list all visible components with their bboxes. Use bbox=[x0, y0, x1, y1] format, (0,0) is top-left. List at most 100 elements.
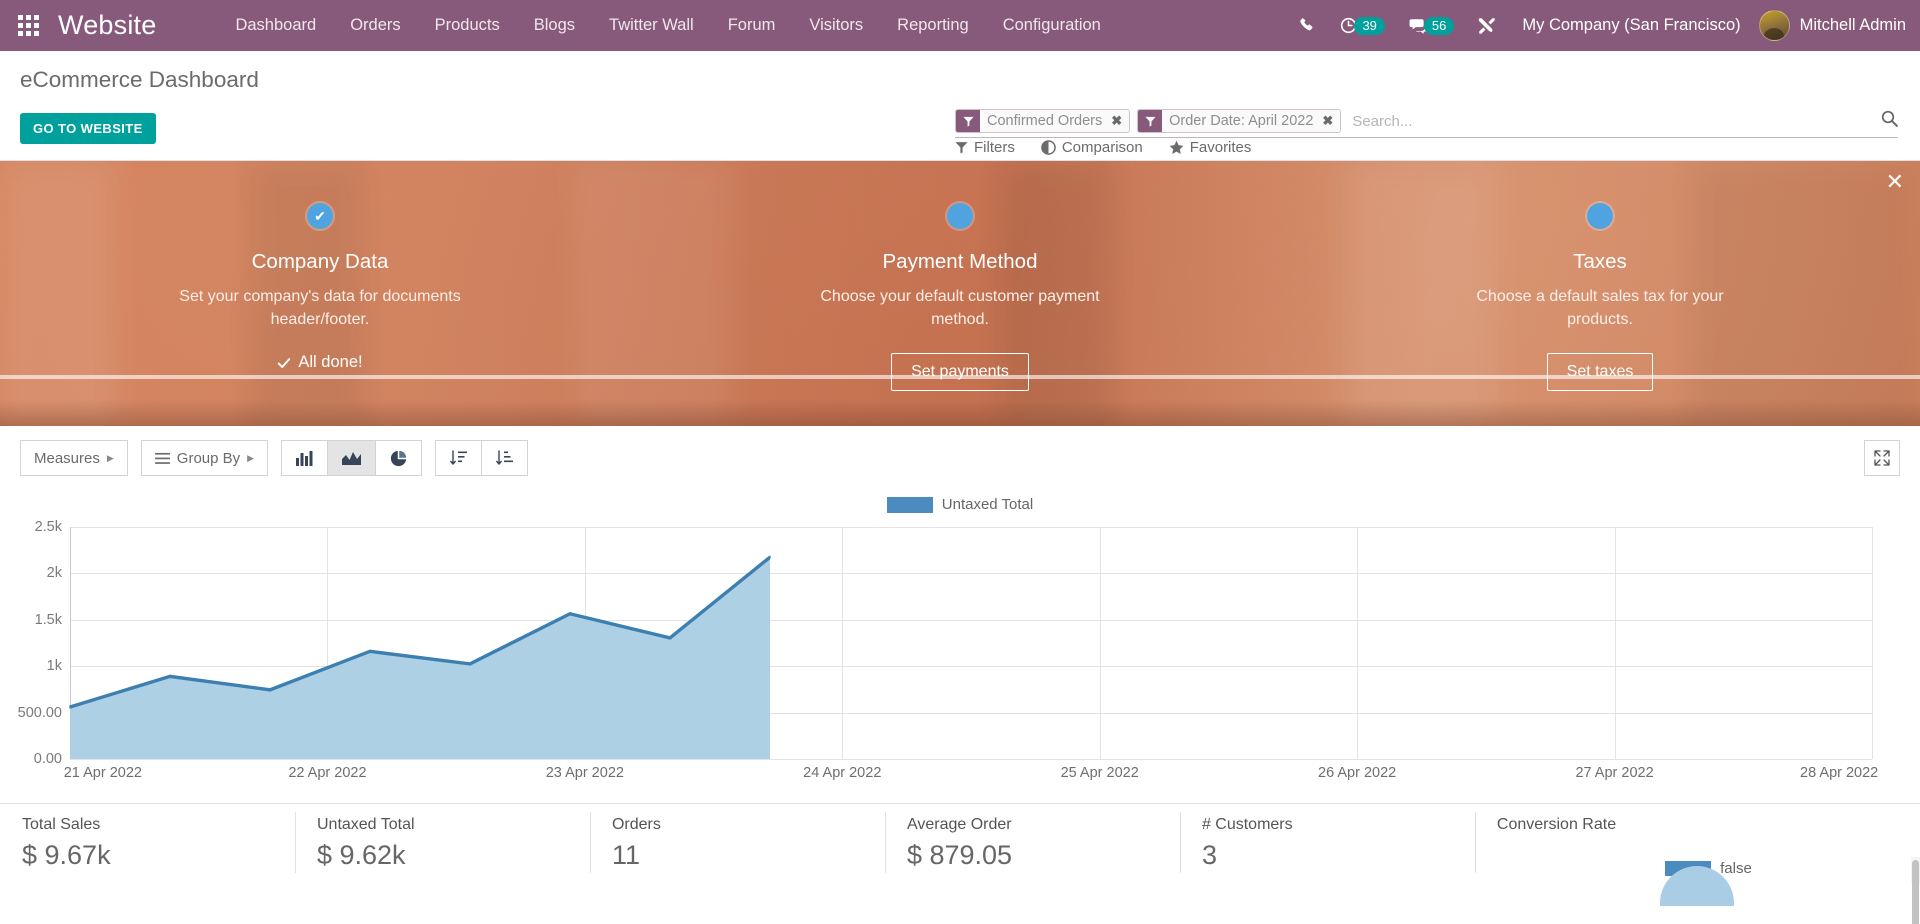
set-payments-button[interactable]: Set payments bbox=[891, 353, 1029, 392]
kpi-total-sales: Total Sales $ 9.67k bbox=[0, 804, 295, 883]
kpi-orders: Orders 11 bbox=[589, 804, 885, 883]
x-tick-label: 25 Apr 2022 bbox=[1060, 765, 1139, 781]
bar-chart-icon bbox=[296, 451, 313, 466]
chart-data-point[interactable] bbox=[769, 555, 771, 559]
menu-item-reporting[interactable]: Reporting bbox=[880, 0, 986, 51]
chart-legend[interactable]: Untaxed Total bbox=[0, 496, 1920, 513]
chevron-right-icon: ▶ bbox=[247, 452, 255, 463]
chart-data-point[interactable] bbox=[669, 636, 671, 640]
chart-data-point[interactable] bbox=[269, 688, 271, 692]
y-tick-label: 2k bbox=[46, 565, 62, 582]
y-tick-label: 1k bbox=[46, 658, 62, 675]
step-bullet[interactable] bbox=[947, 203, 973, 229]
menu-item-blogs[interactable]: Blogs bbox=[517, 0, 592, 51]
menu-item-twitter-wall[interactable]: Twitter Wall bbox=[592, 0, 711, 51]
facet-order-date[interactable]: Order Date: April 2022 ✖ bbox=[1137, 109, 1342, 133]
kpi-value: $ 9.67k bbox=[22, 840, 111, 870]
chart-data-point[interactable] bbox=[69, 705, 71, 709]
page-title: eCommerce Dashboard bbox=[20, 67, 259, 92]
close-icon[interactable]: ✕ bbox=[1886, 171, 1904, 193]
favorites-dropdown[interactable]: Favorites bbox=[1169, 139, 1252, 156]
menu-item-products[interactable]: Products bbox=[418, 0, 517, 51]
phone-button[interactable] bbox=[1287, 0, 1328, 51]
onboarding-banner: ✕ ✔ Company Data Set your company's data… bbox=[0, 161, 1920, 426]
facet-confirmed-orders[interactable]: Confirmed Orders ✖ bbox=[955, 109, 1131, 133]
expand-icon bbox=[1874, 450, 1890, 466]
systray: 39 56 My Company (San Francisco) Mitchel… bbox=[1287, 0, 1920, 51]
menu-item-orders[interactable]: Orders bbox=[333, 0, 417, 51]
set-taxes-button[interactable]: Set taxes bbox=[1546, 353, 1654, 392]
chart-data-point[interactable] bbox=[369, 649, 371, 654]
app-brand[interactable]: Website bbox=[56, 0, 170, 51]
step-status-all-done: All done! bbox=[277, 353, 363, 372]
menu-item-dashboard[interactable]: Dashboard bbox=[218, 0, 333, 51]
favorites-label: Favorites bbox=[1189, 139, 1252, 156]
y-axis: 2.5k 2k 1.5k 1k 500.00 0.00 bbox=[0, 519, 70, 767]
search-panel: Confirmed Orders ✖ Order Date: April 202… bbox=[955, 109, 1898, 138]
menu-item-visitors[interactable]: Visitors bbox=[792, 0, 880, 51]
company-switcher[interactable]: My Company (San Francisco) bbox=[1508, 16, 1754, 35]
messages-button[interactable]: 56 bbox=[1397, 0, 1466, 51]
user-menu[interactable]: Mitchell Admin bbox=[1755, 10, 1906, 41]
kpi-label: Total Sales bbox=[22, 816, 101, 833]
group-by-dropdown[interactable]: Group By ▶ bbox=[140, 440, 269, 476]
kpi-conversion-rate: Conversion Rate false bbox=[1474, 804, 1920, 906]
legend-swatch bbox=[886, 496, 933, 513]
filters-label: Filters bbox=[974, 139, 1015, 156]
pie-chart-button[interactable] bbox=[375, 440, 423, 476]
chart-data-point[interactable] bbox=[169, 674, 171, 679]
measures-label: Measures bbox=[34, 449, 100, 467]
search-input[interactable] bbox=[1348, 110, 1873, 132]
sort-group bbox=[435, 440, 529, 476]
menu-item-configuration[interactable]: Configuration bbox=[986, 0, 1118, 51]
measures-dropdown[interactable]: Measures ▶ bbox=[20, 440, 128, 476]
search-icon[interactable] bbox=[1873, 110, 1898, 132]
onboarding-step-taxes: Taxes Choose a default sales tax for you… bbox=[1280, 203, 1920, 392]
kpi-value: 3 bbox=[1201, 840, 1217, 870]
filter-icon bbox=[956, 110, 980, 132]
step-description: Choose your default customer payment met… bbox=[820, 288, 1100, 328]
scrollbar-thumb[interactable] bbox=[1912, 860, 1919, 924]
comparison-dropdown[interactable]: Comparison bbox=[1041, 139, 1143, 156]
apps-grid-icon bbox=[17, 15, 39, 36]
search-box[interactable]: Confirmed Orders ✖ Order Date: April 202… bbox=[955, 109, 1898, 138]
messages-count: 56 bbox=[1423, 16, 1455, 35]
area-chart-icon bbox=[342, 452, 362, 465]
facet-remove-button[interactable]: ✖ bbox=[1107, 110, 1130, 132]
chart-data-points bbox=[69, 555, 771, 709]
chart-data-point[interactable] bbox=[569, 612, 571, 616]
facet-remove-button[interactable]: ✖ bbox=[1318, 110, 1341, 132]
step-action: Set taxes bbox=[1280, 353, 1920, 392]
sort-ascending-button[interactable] bbox=[481, 440, 529, 476]
x-tick-label: 23 Apr 2022 bbox=[545, 765, 624, 781]
chevron-right-icon: ▶ bbox=[106, 452, 114, 463]
filters-dropdown[interactable]: Filters bbox=[955, 139, 1015, 156]
sort-descending-button[interactable] bbox=[435, 440, 482, 476]
x-tick-label: 27 Apr 2022 bbox=[1575, 765, 1654, 781]
line-chart-button[interactable] bbox=[327, 440, 376, 476]
step-title: Company Data bbox=[251, 250, 389, 273]
activities-button[interactable]: 39 bbox=[1328, 0, 1396, 51]
onboarding-steps: ✔ Company Data Set your company's data f… bbox=[0, 161, 1920, 392]
x-tick-label: 24 Apr 2022 bbox=[803, 765, 882, 781]
kpi-value: $ 879.05 bbox=[906, 840, 1013, 870]
graph-view: Measures ▶ Group By ▶ Untaxed Total 2.5k… bbox=[0, 426, 1920, 924]
step-bullet-done-icon[interactable]: ✔ bbox=[307, 203, 333, 229]
avatar bbox=[1758, 10, 1790, 41]
menu-item-forum[interactable]: Forum bbox=[711, 0, 793, 51]
chart-data-point[interactable] bbox=[469, 662, 471, 666]
bar-chart-button[interactable] bbox=[281, 440, 328, 476]
page-scrollbar[interactable] bbox=[1911, 857, 1920, 924]
kpi-value: 11 bbox=[611, 840, 640, 870]
apps-menu-button[interactable] bbox=[0, 0, 56, 51]
x-tick-label: 21 Apr 2022 bbox=[63, 765, 142, 781]
list-icon bbox=[154, 452, 170, 464]
kpi-customers: # Customers 3 bbox=[1179, 804, 1475, 883]
debug-menu-button[interactable] bbox=[1466, 0, 1508, 51]
x-tick-label: 22 Apr 2022 bbox=[288, 765, 367, 781]
step-bullet[interactable] bbox=[1587, 203, 1613, 229]
group-by-label: Group By bbox=[176, 449, 241, 467]
step-description: Set your company's data for documents he… bbox=[179, 288, 461, 328]
expand-button[interactable] bbox=[1864, 440, 1900, 476]
go-to-website-button[interactable]: GO TO WEBSITE bbox=[20, 113, 156, 144]
